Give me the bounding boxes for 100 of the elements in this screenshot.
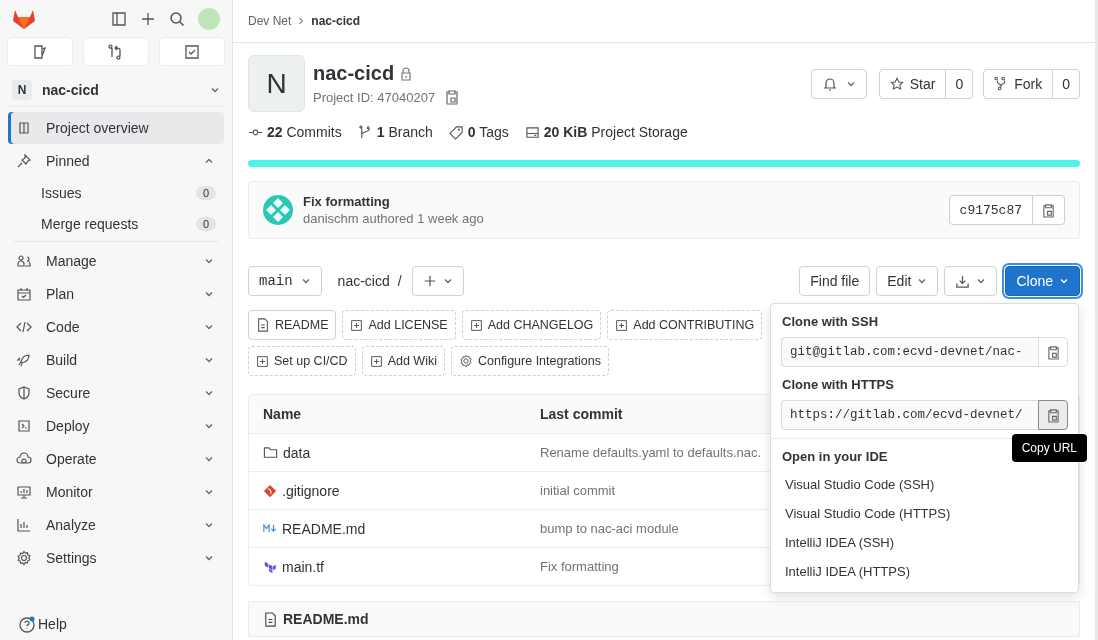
lock-icon xyxy=(400,66,413,81)
tag-icon xyxy=(448,124,464,140)
menu-heading: Clone with SSH xyxy=(782,314,879,329)
terraform-file-icon xyxy=(263,559,277,574)
nav-item[interactable]: Deploy xyxy=(8,409,224,442)
stat-link[interactable]: 20 KiB Project Storage xyxy=(524,124,688,140)
copy-icon xyxy=(1046,344,1060,360)
nav-item[interactable]: Operate xyxy=(8,442,224,475)
todo-shortcut-button[interactable] xyxy=(160,38,224,65)
edit-dropdown[interactable]: Edit xyxy=(876,266,939,296)
project-avatar: N xyxy=(248,55,305,112)
add-dropdown[interactable] xyxy=(411,266,464,296)
clone-dropdown[interactable]: Clone xyxy=(1005,266,1080,296)
nav-subitem[interactable]: Issues 0 xyxy=(8,177,224,208)
commit-message-link[interactable]: Fix formatting xyxy=(540,559,619,574)
nav-item[interactable]: Monitor xyxy=(8,475,224,508)
nav-item[interactable]: Analyze xyxy=(8,508,224,541)
stat-link[interactable]: 1 Branch xyxy=(357,124,433,140)
markdown-file-icon xyxy=(263,524,277,533)
monitor-icon xyxy=(16,483,32,500)
shortcut-button[interactable]: Configure Integrations xyxy=(450,346,609,376)
nav-item[interactable]: Build xyxy=(8,343,224,376)
fox-logo-icon[interactable] xyxy=(12,8,36,30)
help-button[interactable]: Help xyxy=(8,612,224,636)
storage-icon xyxy=(524,124,540,140)
commit-message-link[interactable]: bump to nac-aci module xyxy=(540,521,679,536)
notification-dropdown[interactable] xyxy=(810,69,867,99)
chevron-down-icon xyxy=(1059,276,1069,286)
git-file-icon xyxy=(263,483,277,498)
settings-icon xyxy=(458,354,473,368)
menu-item[interactable]: IntelliJ IDEA (HTTPS) xyxy=(771,557,1078,586)
branch-icon xyxy=(357,124,373,140)
download-dropdown[interactable] xyxy=(944,266,998,296)
project-title: nac-cicd xyxy=(313,62,395,85)
nav-subitem[interactable]: Merge requests 0 xyxy=(8,208,224,239)
column-header: Last commit xyxy=(540,406,623,422)
fork-button[interactable]: Fork xyxy=(983,69,1054,99)
nav-item[interactable]: Pinned xyxy=(8,144,224,177)
commit-message-link[interactable]: Rename defaults.yaml to defaults.nac. xyxy=(540,445,762,460)
calendar-icon xyxy=(16,285,32,302)
pin-icon xyxy=(16,152,32,169)
nav-item[interactable]: Code xyxy=(8,310,224,343)
star-icon xyxy=(889,77,904,91)
file-link[interactable]: README.md xyxy=(263,520,366,537)
search-icon[interactable] xyxy=(169,11,185,27)
stat-link[interactable]: 0 Tags xyxy=(448,124,509,140)
chevron-down-icon xyxy=(300,276,311,286)
shortcut-button[interactable]: Add CONTRIBUTING xyxy=(607,310,763,340)
branch-dropdown[interactable]: main xyxy=(248,266,322,296)
file-link[interactable]: main.tf xyxy=(263,558,324,575)
file-link[interactable]: .gitignore xyxy=(263,482,340,499)
repo-path[interactable]: nac-cicd xyxy=(337,273,390,289)
menu-item[interactable]: Visual Studio Code (SSH) xyxy=(771,470,1078,499)
stat-link[interactable]: 22 Commits xyxy=(248,124,342,140)
issues-shortcut-button[interactable] xyxy=(8,38,72,65)
cloud-icon xyxy=(16,450,32,467)
people-icon xyxy=(16,252,32,269)
project-switcher[interactable]: N nac-cicd xyxy=(8,73,224,107)
breadcrumb-link[interactable]: Dev Net xyxy=(248,14,292,28)
book-icon xyxy=(16,119,32,136)
author-avatar xyxy=(263,195,293,225)
nav-item[interactable]: Settings xyxy=(8,541,224,574)
tooltip: Copy URL xyxy=(1011,434,1087,462)
terminal-icon xyxy=(16,417,32,434)
shortcut-button[interactable]: Add Wiki xyxy=(361,346,445,376)
star-button[interactable]: Star xyxy=(878,69,947,99)
find-file-button[interactable]: Find file xyxy=(799,266,871,296)
nav-item[interactable]: Plan xyxy=(8,277,224,310)
commit-title[interactable]: Fix formatting xyxy=(303,194,484,209)
copy-url-button[interactable] xyxy=(1038,400,1068,430)
sidebar-toggle-icon[interactable] xyxy=(111,11,127,27)
menu-item[interactable]: Visual Studio Code (HTTPS) xyxy=(771,499,1078,528)
fork-count[interactable]: 0 xyxy=(1053,69,1080,99)
merge-requests-shortcut-button[interactable] xyxy=(84,38,148,65)
breadcrumb-link[interactable]: nac-cicd xyxy=(311,14,361,28)
shortcut-button[interactable]: Add LICENSE xyxy=(342,310,456,340)
path-separator: / xyxy=(397,273,402,289)
document-icon xyxy=(32,43,48,60)
copy-sha-button[interactable] xyxy=(1033,195,1065,225)
url-field[interactable]: https://gitlab.com/ecvd-devnet/ xyxy=(781,400,1038,430)
nav-item[interactable]: Secure xyxy=(8,376,224,409)
nav-item[interactable]: Project overview xyxy=(8,111,224,144)
nav-item[interactable]: Manage xyxy=(8,244,224,277)
commit-sha[interactable]: c9175c87 xyxy=(948,195,1033,225)
settings-icon xyxy=(16,549,32,566)
shortcut-button[interactable]: Add CHANGELOG xyxy=(461,310,602,340)
plus-icon[interactable] xyxy=(140,11,156,27)
shortcut-button[interactable]: README xyxy=(248,310,337,340)
chevron-down-icon xyxy=(442,276,453,286)
project-id: Project ID: 47040207 xyxy=(313,89,436,105)
url-field[interactable]: git@gitlab.com:ecvd-devnet/nac- xyxy=(781,337,1038,367)
star-count[interactable]: 0 xyxy=(946,69,974,99)
chevron-down-icon xyxy=(917,276,928,286)
menu-heading: Clone with HTTPS xyxy=(782,377,894,392)
commit-meta: danischm authored 1 week ago xyxy=(303,211,484,226)
shortcut-button[interactable]: Set up CI/CD xyxy=(248,346,356,376)
file-link[interactable]: data xyxy=(263,444,311,461)
commit-message-link[interactable]: initial commit xyxy=(540,483,616,498)
copy-icon[interactable] xyxy=(445,89,460,105)
menu-item[interactable]: IntelliJ IDEA (SSH) xyxy=(771,528,1078,557)
